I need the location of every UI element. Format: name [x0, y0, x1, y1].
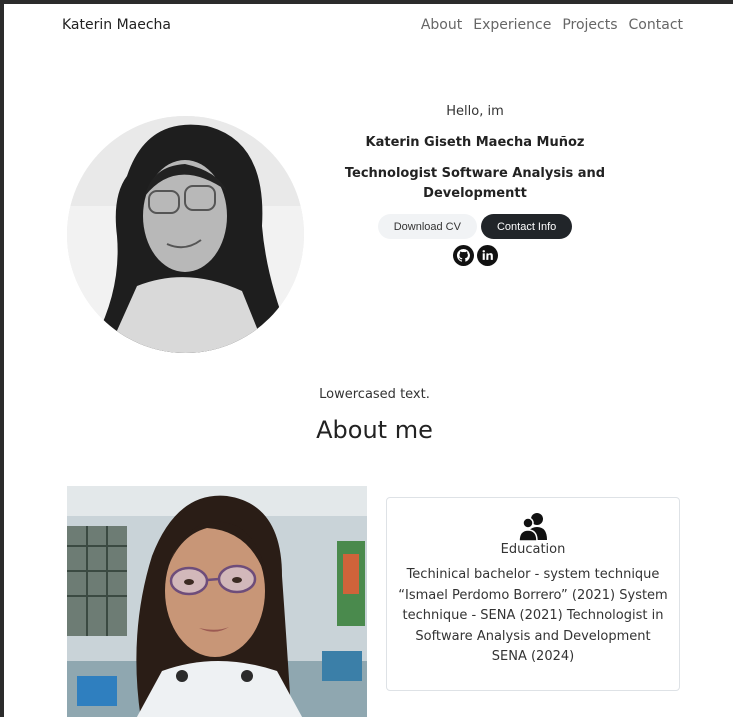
linkedin-icon[interactable]: [476, 245, 498, 266]
about-photo: [67, 486, 367, 717]
download-cv-button[interactable]: Download CV: [377, 214, 477, 239]
education-title: Education: [500, 542, 566, 557]
greeting-text: Hello, im: [446, 104, 504, 119]
cut-off-paragraph: [386, 712, 686, 717]
navbar: Katerin Maecha About Experience Projects…: [4, 4, 733, 48]
education-card: Education Techinical bachelor - system t…: [386, 497, 680, 691]
full-name: Katerin Giseth Maecha Muñoz: [365, 135, 585, 150]
social-links: [325, 245, 625, 266]
profile-photo: [67, 116, 304, 353]
nav-link-about[interactable]: About: [421, 17, 462, 33]
hero-intro: Hello, im Katerin Giseth Maecha Muñoz Te…: [325, 102, 625, 266]
page: Katerin Maecha About Experience Projects…: [4, 4, 733, 717]
nav-link-contact[interactable]: Contact: [629, 17, 683, 33]
hero-buttons: Download CV Contact Info: [325, 214, 625, 239]
about-note: Lowercased text.: [319, 387, 430, 402]
github-icon[interactable]: [452, 245, 474, 266]
nav-link-experience[interactable]: Experience: [473, 17, 551, 33]
education-text: Techinical bachelor - system technique “…: [398, 567, 668, 664]
nav-link-projects[interactable]: Projects: [562, 17, 617, 33]
contact-info-button[interactable]: Contact Info: [480, 214, 573, 239]
brand-link[interactable]: Katerin Maecha: [62, 17, 171, 33]
job-title: Technologist Software Analysis and Devel…: [344, 166, 606, 201]
nav-links: About Experience Projects Contact: [421, 17, 683, 33]
about-heading: About me: [316, 416, 433, 444]
people-icon: [519, 513, 547, 541]
